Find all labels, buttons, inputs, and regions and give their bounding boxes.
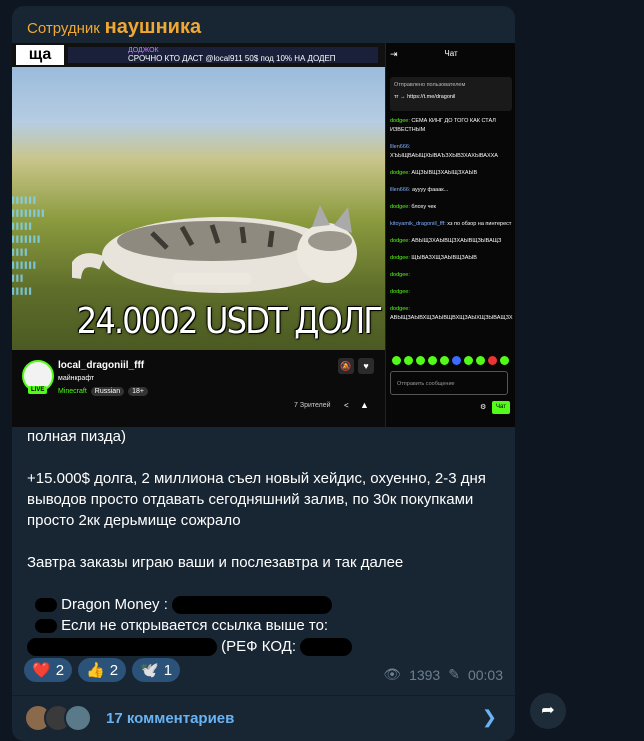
channel-title[interactable]: Сотрудник наушника bbox=[27, 16, 201, 39]
post-time: 00:03 bbox=[467, 666, 503, 683]
streamer-name[interactable]: local_dragoniil_fff bbox=[58, 360, 144, 371]
eye-icon: 👁 bbox=[383, 666, 402, 682]
post-text: полная пизда) +15.000$ долга, 2 миллиона… bbox=[27, 426, 507, 657]
pinned-from: Отправлено пользователем bbox=[394, 82, 466, 88]
chat-message: kitoyamik_dragoniil_fff: хз по обзор на … bbox=[390, 221, 512, 227]
notify-icon[interactable]: 🔕 bbox=[338, 358, 354, 374]
link-note-line: Если не открывается ссылка выше то: bbox=[27, 615, 507, 636]
chat-input[interactable]: Отправить сообщение bbox=[390, 371, 508, 395]
channel-title-main: наушника bbox=[104, 16, 202, 38]
stream-title: майнкрафт bbox=[58, 375, 95, 382]
reactions: ❤️ 2 👍 2 🕊️ 1 bbox=[24, 658, 181, 682]
chevron-right-icon[interactable]: ❯ bbox=[482, 707, 497, 728]
emote-icon[interactable] bbox=[404, 356, 413, 365]
redaction bbox=[172, 596, 333, 615]
ref-line: (РЕФ КОД: bbox=[27, 636, 507, 657]
video-player: ща ДОДЖОК СРОЧНО КТО ДАСТ @local911 50$ … bbox=[12, 43, 385, 350]
emote-icon[interactable] bbox=[464, 356, 473, 365]
viewer-count: 7 Зрителей bbox=[294, 402, 331, 409]
ref-label: (РЕФ КОД: bbox=[221, 638, 296, 655]
share-icon[interactable]: < bbox=[344, 401, 349, 410]
emote-icon[interactable] bbox=[488, 356, 497, 365]
cat-image bbox=[72, 205, 357, 293]
emote-icon[interactable] bbox=[452, 356, 461, 365]
channel-title-prefix: Сотрудник bbox=[27, 20, 100, 37]
reaction-thumbs-up[interactable]: 👍 2 bbox=[78, 658, 127, 682]
chat-message: dodgee: ЩЫВАЗХЩЗАЫВЩЗАЫВ bbox=[390, 255, 477, 261]
chat-message: dodgee: АВЫЩЗХАЫВЩЗХАЫВЩЗЫВАЩЗ bbox=[390, 238, 502, 244]
live-badge: LIVE bbox=[28, 386, 48, 394]
pinned-message[interactable]: Отправлено пользователем тг → https://t.… bbox=[390, 77, 512, 111]
chat-message: lllen666: ауууу фааак... bbox=[390, 187, 449, 193]
redaction bbox=[35, 598, 57, 613]
chat-send-button[interactable]: Чат bbox=[492, 401, 510, 414]
emote-icon[interactable] bbox=[416, 356, 425, 365]
settings-icon[interactable]: ⚙ bbox=[480, 403, 486, 411]
chat-message: dodgee: bbox=[390, 289, 410, 295]
pinned-link[interactable]: тг → https://t.me/dragonil bbox=[390, 88, 512, 100]
pencil-icon: ✎ bbox=[448, 666, 460, 682]
emote-icon[interactable] bbox=[476, 356, 485, 365]
emote-icon[interactable] bbox=[500, 356, 509, 365]
tag-age[interactable]: 18+ bbox=[128, 387, 148, 396]
commenter-avatar bbox=[64, 704, 92, 732]
emote-bar bbox=[392, 356, 509, 365]
dragon-line: Dragon Money : bbox=[27, 594, 507, 615]
post-meta: 👁 1393 ✎ 00:03 bbox=[383, 666, 503, 683]
warning-icon[interactable]: ▲ bbox=[360, 400, 369, 410]
dragon-label: Dragon Money : bbox=[61, 596, 168, 613]
debt-overlay: 24.0002 USDT ДОЛГ bbox=[76, 301, 383, 342]
reaction-count: 1 bbox=[163, 661, 173, 679]
divider bbox=[12, 695, 515, 696]
post-line: полная пизда) bbox=[27, 428, 126, 445]
chat-message: dodgee: АЩЗЫВЩЗХАЫЩЗХАЫВ bbox=[390, 170, 478, 176]
reaction-count: 2 bbox=[55, 661, 65, 679]
tag-language[interactable]: Russian bbox=[90, 387, 125, 396]
redaction bbox=[300, 638, 353, 657]
comments-bar[interactable]: 17 комментариев bbox=[24, 704, 234, 732]
ad-banner: ща ДОДЖОК СРОЧНО КТО ДАСТ @local911 50$ … bbox=[12, 43, 385, 67]
emote-icon[interactable] bbox=[440, 356, 449, 365]
banner-logo: ща bbox=[16, 45, 64, 65]
post-paragraph: +15.000$ долга, 2 миллиона съел новый хе… bbox=[27, 470, 486, 529]
chat-message: dodgee: bbox=[390, 272, 410, 278]
heart-icon[interactable]: ♥ bbox=[358, 358, 374, 374]
dove-emoji-icon: 🕊️ bbox=[140, 662, 159, 679]
chat-message: dodgee: АВЫЩЗАЫВХЩЗАЫВЩВХЩЗАЫХЩЗЫВАЩЗХ bbox=[390, 306, 513, 321]
category-link[interactable]: Minecraft bbox=[58, 388, 87, 395]
banner-ad-text: ДОДЖОК СРОЧНО КТО ДАСТ @local911 50$ под… bbox=[68, 47, 378, 63]
chat-messages: dodgee: СЕМА КИНГ ДО ТОГО КАК СТАЛ ИЗВЕС… bbox=[390, 117, 513, 331]
emote-icon[interactable] bbox=[428, 356, 437, 365]
overlay-chat: ▌▌▌▌▌▌ ▌▌▌▌▌▌▌▌ ▌▌▌▌▌ ▌▌▌▌▌▌▌ ▌▌▌▌ ▌▌▌▌▌▌ ▌▌▌ ▌… bbox=[12, 198, 47, 295]
chat-message: lllen666: ХЪЫЩВАЫЩХЫВАЪЗХЫВЗХАХЫВАХХА bbox=[390, 144, 498, 159]
comments-count[interactable]: 17 комментариев bbox=[106, 710, 234, 727]
chat-title: Чат bbox=[444, 49, 458, 58]
reaction-dove[interactable]: 🕊️ 1 bbox=[132, 658, 181, 682]
collapse-chat-icon[interactable]: ⇥ bbox=[390, 43, 398, 65]
redaction bbox=[27, 638, 217, 657]
chat-message: dodgee: СЕМА КИНГ ДО ТОГО КАК СТАЛ ИЗВЕС… bbox=[390, 118, 496, 133]
reaction-heart[interactable]: ❤️ 2 bbox=[24, 658, 73, 682]
stream-screenshot[interactable]: ща ДОДЖОК СРОЧНО КТО ДАСТ @local911 50$ … bbox=[12, 43, 515, 427]
stream-info-bar: LIVE local_dragoniil_fff майнкрафт Minec… bbox=[12, 350, 385, 427]
post-paragraph: Завтра заказы играю ваши и послезавтра и… bbox=[27, 554, 404, 571]
banner-line2: СРОЧНО КТО ДАСТ @local911 50$ под 10% НА… bbox=[128, 54, 336, 63]
reaction-count: 2 bbox=[109, 661, 119, 679]
thumbs-up-emoji-icon: 👍 bbox=[86, 662, 105, 679]
forward-button[interactable]: ➦ bbox=[530, 693, 566, 729]
heart-emoji-icon: ❤️ bbox=[32, 662, 51, 679]
view-count: 1393 bbox=[409, 666, 441, 683]
stream-tags: Minecraft Russian 18+ bbox=[58, 387, 148, 396]
stream-chat: ⇥ Чат Отправлено пользователем тг → http… bbox=[385, 43, 515, 427]
emote-icon[interactable] bbox=[392, 356, 401, 365]
chat-message: dodgee: блоху чек bbox=[390, 204, 436, 210]
chat-header: ⇥ Чат bbox=[386, 43, 515, 65]
link-note: Если не открывается ссылка выше то: bbox=[61, 617, 329, 634]
redaction bbox=[35, 619, 57, 634]
post-bubble: Сотрудник наушника ща ДОДЖОК СРОЧНО КТО … bbox=[12, 6, 515, 741]
